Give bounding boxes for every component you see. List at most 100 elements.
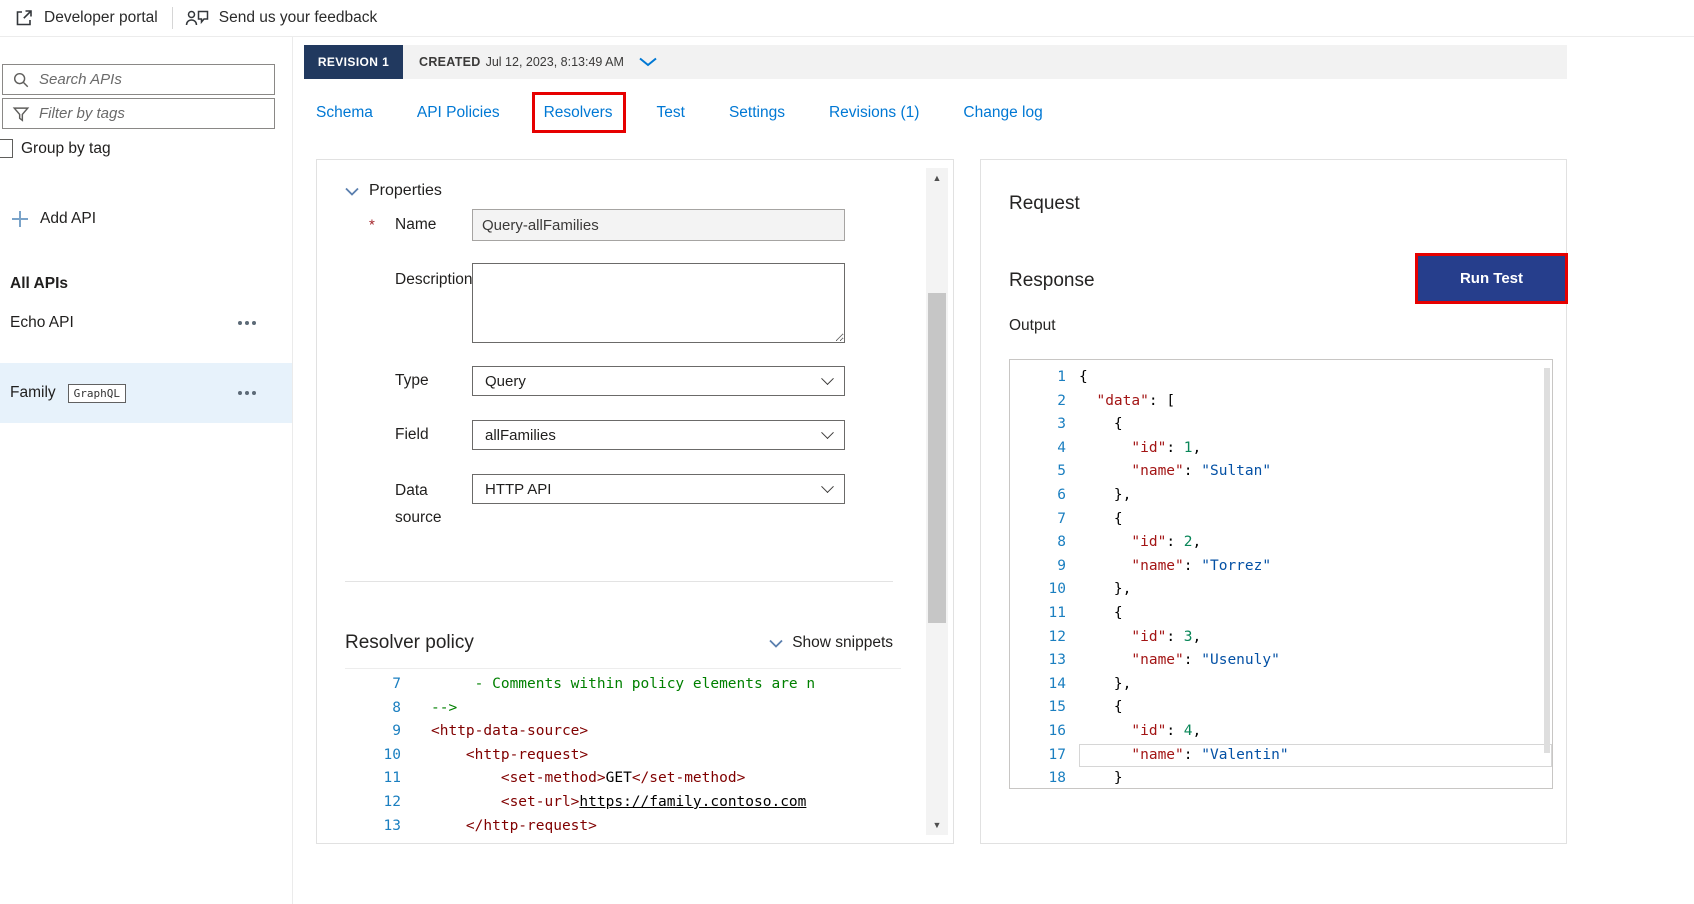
more-options-icon[interactable]	[238, 391, 256, 395]
main-area: REVISION 1 CREATED Jul 12, 2023, 8:13:49…	[293, 37, 1694, 904]
show-snippets-toggle[interactable]: Show snippets	[769, 634, 893, 652]
scroll-down-arrow[interactable]: ▼	[926, 815, 948, 835]
scrollbar-thumb[interactable]	[928, 293, 946, 623]
response-output-editor[interactable]: 1{ 2 "data": [ 3 { 4 "id": 1, 5 "name": "Sul…	[1009, 359, 1553, 789]
code-line: 1{	[1057, 369, 1088, 385]
type-label: Type	[395, 372, 429, 389]
tab-settings[interactable]: Settings	[729, 104, 785, 122]
revision-created-bar: CREATED Jul 12, 2023, 8:13:49 AM	[403, 45, 1567, 79]
topbar: Developer portal Send us your feedback	[0, 0, 1694, 37]
graphql-badge: GraphQL	[67, 383, 126, 403]
resolver-policy-title: Resolver policy	[345, 632, 474, 653]
chevron-down-icon	[821, 479, 834, 493]
run-test-button[interactable]: Run Test	[1418, 256, 1565, 301]
properties-section-toggle[interactable]: Properties	[345, 182, 953, 200]
code-line: 8 -->	[392, 699, 458, 716]
type-row: Type Query	[345, 365, 953, 397]
required-asterisk: *	[369, 216, 375, 234]
resolver-properties-form: * Name Description Type Query	[345, 209, 953, 526]
output-label: Output	[1009, 317, 1056, 334]
field-dropdown[interactable]: allFamilies	[472, 420, 845, 450]
code-line: 18 }	[1048, 770, 1123, 787]
group-by-tag-checkbox[interactable]	[0, 139, 13, 158]
tab-test[interactable]: Test	[657, 104, 685, 122]
search-apis-input[interactable]	[2, 64, 275, 95]
search-apis-box	[2, 64, 275, 95]
code-line: 16 "id": 4,	[1048, 722, 1202, 739]
chevron-down-icon[interactable]	[639, 57, 657, 67]
request-section-title: Request	[1009, 193, 1080, 214]
code-line: 2 "data": [	[1057, 392, 1176, 409]
code-line: 13 </http-request>	[383, 817, 597, 834]
group-by-tag-row[interactable]: Group by tag	[0, 139, 292, 158]
code-line: 10 <http-request>	[383, 746, 589, 763]
all-apis-heading: All APIs	[10, 275, 68, 292]
code-line: 15 {	[1048, 699, 1123, 716]
chevron-down-icon	[821, 425, 834, 439]
tab-change-log[interactable]: Change log	[963, 104, 1042, 122]
vertical-scrollbar[interactable]: ▲ ▼	[926, 168, 948, 835]
code-line: 8 "id": 2,	[1057, 534, 1202, 551]
name-input[interactable]	[472, 209, 845, 241]
topbar-divider	[171, 7, 173, 29]
code-line: 9 "name": "Torrez"	[1057, 557, 1272, 574]
code-line: 5 "name": "Sultan"	[1057, 463, 1272, 480]
add-api-label: Add API	[40, 210, 97, 227]
revision-tab[interactable]: REVISION 1	[304, 45, 403, 79]
data-source-dropdown[interactable]: HTTP API	[472, 474, 845, 504]
code-line: 14 },	[1048, 675, 1132, 692]
feedback-label: Send us your feedback	[218, 9, 378, 26]
code-line: 17 "name": "Valentin"	[1010, 744, 1552, 768]
scroll-up-arrow[interactable]: ▲	[926, 168, 948, 188]
data-source-label: Data source	[395, 482, 442, 527]
chevron-down-icon	[769, 639, 783, 648]
code-line: 12 <set-url>https://family.contoso.com	[383, 793, 807, 810]
output-scrollbar[interactable]	[1544, 368, 1550, 753]
field-value: allFamilies	[485, 426, 556, 444]
code-line: 7 {	[1057, 510, 1123, 527]
data-source-row: Data source HTTP API	[345, 473, 953, 526]
code-line: 11 <set-method>GET</set-method>	[383, 770, 746, 787]
code-line: 11 {	[1048, 604, 1123, 621]
response-section-title: Response	[1009, 270, 1095, 291]
feedback-icon	[185, 10, 208, 26]
more-options-icon[interactable]	[238, 321, 256, 325]
resolver-properties-panel: Properties * Name Description Type	[316, 159, 954, 844]
add-api-button[interactable]: Add API	[12, 210, 292, 228]
run-test-annotation: Run Test	[1415, 253, 1568, 304]
show-snippets-label: Show snippets	[792, 634, 893, 651]
test-panel: Request Response Run Test Output 1{ 2 "da…	[980, 159, 1568, 844]
group-by-tag-label: Group by tag	[21, 139, 111, 157]
search-icon	[13, 72, 29, 88]
field-label: Field	[395, 426, 429, 443]
tab-schema[interactable]: Schema	[316, 104, 373, 122]
developer-portal-label: Developer portal	[44, 9, 158, 26]
api-sidebar: Group by tag Add API All APIs Echo API F…	[0, 37, 293, 904]
code-line: 6 },	[1057, 486, 1132, 503]
filter-tags-box	[2, 98, 275, 129]
name-row: * Name	[345, 209, 953, 241]
code-line: 3 {	[1057, 416, 1123, 433]
code-line: 12 "id": 3,	[1048, 628, 1202, 645]
filter-tags-input[interactable]	[2, 98, 275, 129]
name-label: Name	[395, 216, 437, 233]
description-label: Description	[395, 271, 472, 288]
developer-portal-link[interactable]: Developer portal	[14, 8, 158, 28]
sidebar-item-echo-api[interactable]: Echo API	[0, 293, 292, 353]
sidebar-item-family[interactable]: Family GraphQL	[0, 363, 292, 423]
description-row: Description	[345, 263, 953, 343]
description-input[interactable]	[472, 263, 845, 343]
feedback-link[interactable]: Send us your feedback	[185, 8, 378, 28]
tab-revisions[interactable]: Revisions (1)	[829, 104, 919, 122]
tab-resolvers[interactable]: Resolvers	[531, 92, 626, 133]
type-value: Query	[485, 372, 526, 390]
section-divider	[345, 581, 893, 582]
created-label: CREATED	[419, 55, 481, 69]
policy-code-editor[interactable]: 7 - Comments within policy elements are …	[345, 668, 901, 838]
api-tabs: Schema API Policies Resolvers Test Setti…	[316, 92, 1694, 133]
type-dropdown[interactable]: Query	[472, 366, 845, 396]
code-line: 4 "id": 1,	[1057, 439, 1202, 456]
external-link-icon	[16, 10, 32, 26]
properties-section-title: Properties	[369, 182, 442, 199]
tab-api-policies[interactable]: API Policies	[417, 104, 500, 122]
